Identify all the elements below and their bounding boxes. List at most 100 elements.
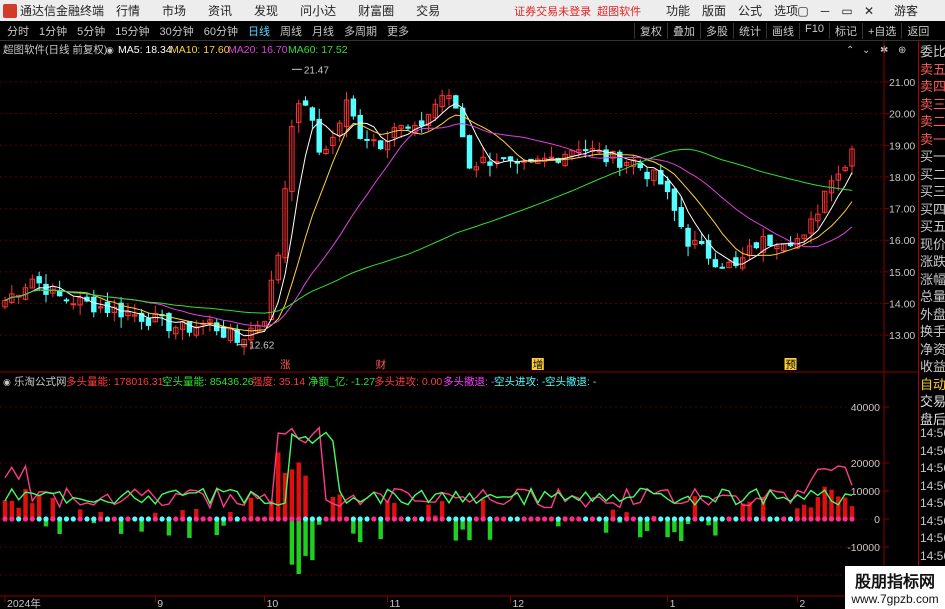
event-mark[interactable]: 增: [533, 358, 544, 371]
menu-formula[interactable]: 公式: [738, 2, 762, 19]
short-bar: [357, 519, 363, 543]
collapse-up-icon[interactable]: ⌃: [846, 45, 854, 56]
restore-icon[interactable]: ▢: [792, 4, 814, 18]
price-tick-label: 14.00: [889, 299, 915, 311]
zero-dot: [261, 516, 268, 522]
sidebar-trade[interactable]: 交易: [919, 391, 945, 409]
tool-f10[interactable]: F10: [799, 22, 829, 39]
login-notice[interactable]: 证券交易未登录: [514, 3, 591, 19]
indicator-tick-label: 0: [874, 514, 880, 526]
candle-up: [371, 139, 377, 142]
zero-dot: [589, 516, 596, 522]
zero-dot: [815, 516, 821, 522]
candlesticks: [2, 89, 855, 356]
zero-dot: [166, 516, 172, 522]
event-mark[interactable]: 涨: [280, 359, 291, 371]
period-more[interactable]: 更多: [384, 23, 412, 39]
menu-discover[interactable]: 发现: [254, 2, 278, 19]
period-15min[interactable]: 15分钟: [112, 23, 152, 39]
candle-up: [548, 156, 555, 159]
zero-dot: [296, 516, 302, 522]
watermark-url: www.7gpzb.com: [851, 592, 939, 606]
period-60min[interactable]: 60分钟: [201, 23, 241, 39]
zero-dot: [480, 516, 486, 522]
sidebar-quote-item: 卖三: [920, 96, 945, 112]
maximize-icon[interactable]: ▭: [836, 4, 858, 18]
menu-trade[interactable]: 交易: [416, 2, 440, 19]
menu-ask[interactable]: 问小达: [300, 2, 336, 19]
menu-news[interactable]: 资讯: [208, 2, 232, 19]
candle-down: [309, 107, 316, 121]
date-axis: 2024年 9 10 11 12 1 2: [4, 596, 805, 609]
period-5min[interactable]: 5分钟: [74, 23, 108, 39]
short-bar: [378, 519, 383, 540]
period-weekly[interactable]: 周线: [277, 23, 305, 39]
tool-back[interactable]: 返回: [901, 22, 934, 39]
event-mark[interactable]: 预: [786, 359, 797, 371]
tool-draw[interactable]: 画线: [766, 22, 799, 39]
moving-averages: [4, 103, 853, 337]
zero-dot: [569, 516, 575, 522]
event-mark[interactable]: 财: [376, 358, 387, 371]
sidebar-quote-item: 卖五: [920, 61, 945, 77]
expand-icon[interactable]: ⊕: [898, 45, 906, 56]
sidebar-after-hours[interactable]: 盘后: [919, 409, 945, 427]
zero-dot: [309, 516, 315, 522]
period-1min[interactable]: 1分钟: [36, 23, 70, 39]
tool-stats[interactable]: 统计: [733, 22, 766, 39]
sidebar-auto[interactable]: 自动: [919, 374, 945, 392]
minimize-icon[interactable]: ─: [814, 4, 836, 18]
menu-quotes[interactable]: 行情: [116, 2, 140, 19]
zero-dot: [583, 516, 589, 522]
zero-dot: [384, 516, 391, 522]
candle-down: [664, 180, 671, 193]
kline-chart[interactable]: 超图软件(日线 前复权) ◉ MA5: 18.34 MA10: 17.60 MA…: [0, 41, 918, 609]
long-bar: [289, 469, 295, 519]
price-tick-label: 17.00: [889, 204, 915, 216]
period-monthly[interactable]: 月线: [309, 23, 337, 39]
tool-overlay[interactable]: 叠加: [667, 22, 700, 39]
period-30min[interactable]: 30分钟: [157, 23, 197, 39]
main-menu: 行情 市场 资讯 发现 问小达 财富圈 交易: [116, 2, 462, 19]
tool-add-watch[interactable]: +自选: [861, 22, 901, 39]
tool-multi-stock[interactable]: 多股: [700, 22, 733, 39]
tool-mark[interactable]: 标记: [828, 22, 862, 39]
collapse-down-icon[interactable]: ⌄: [862, 45, 870, 56]
menu-layout[interactable]: 版面: [702, 2, 726, 19]
app-logo-icon: [3, 3, 17, 18]
period-daily[interactable]: 日线: [245, 23, 273, 39]
sidebar-quote-item: 净资: [920, 341, 945, 357]
sidebar-quote-item: 现价: [920, 236, 945, 252]
tool-adjust[interactable]: 复权: [634, 22, 667, 39]
period-timeshare[interactable]: 分时: [4, 23, 32, 39]
zero-dot: [460, 516, 466, 522]
indicator-settings-icon[interactable]: ◉: [3, 377, 11, 387]
zero-dot: [111, 516, 117, 522]
zero-dot: [16, 516, 22, 522]
zero-dot: [733, 516, 739, 522]
menu-market[interactable]: 市场: [162, 2, 186, 19]
zero-dot: [282, 516, 288, 522]
zero-dot: [767, 516, 773, 522]
menu-function[interactable]: 功能: [666, 2, 690, 19]
sidebar-quote-item: 卖一: [920, 131, 945, 147]
candle-down: [220, 326, 227, 338]
date-tick-label: 9: [157, 598, 163, 609]
menu-wealth-circle[interactable]: 财富圈: [358, 2, 394, 19]
sidebar-quote-item: 卖二: [920, 114, 945, 129]
long-bar: [276, 452, 281, 519]
zero-dot: [159, 516, 165, 522]
zero-dot: [835, 516, 841, 522]
zero-dot: [678, 516, 684, 522]
close-icon[interactable]: ✕: [858, 4, 880, 18]
zero-dot: [651, 516, 657, 522]
guest-login[interactable]: 游客: [894, 2, 918, 19]
candle-down: [145, 318, 152, 326]
candle-up: [70, 303, 77, 306]
period-multi[interactable]: 多周期: [341, 23, 380, 39]
sidebar-quote-item: 买一: [920, 149, 945, 164]
settings-icon[interactable]: ◉: [106, 45, 114, 55]
zero-dot: [699, 516, 705, 522]
zero-dot: [425, 516, 432, 522]
candle-down: [350, 98, 357, 117]
